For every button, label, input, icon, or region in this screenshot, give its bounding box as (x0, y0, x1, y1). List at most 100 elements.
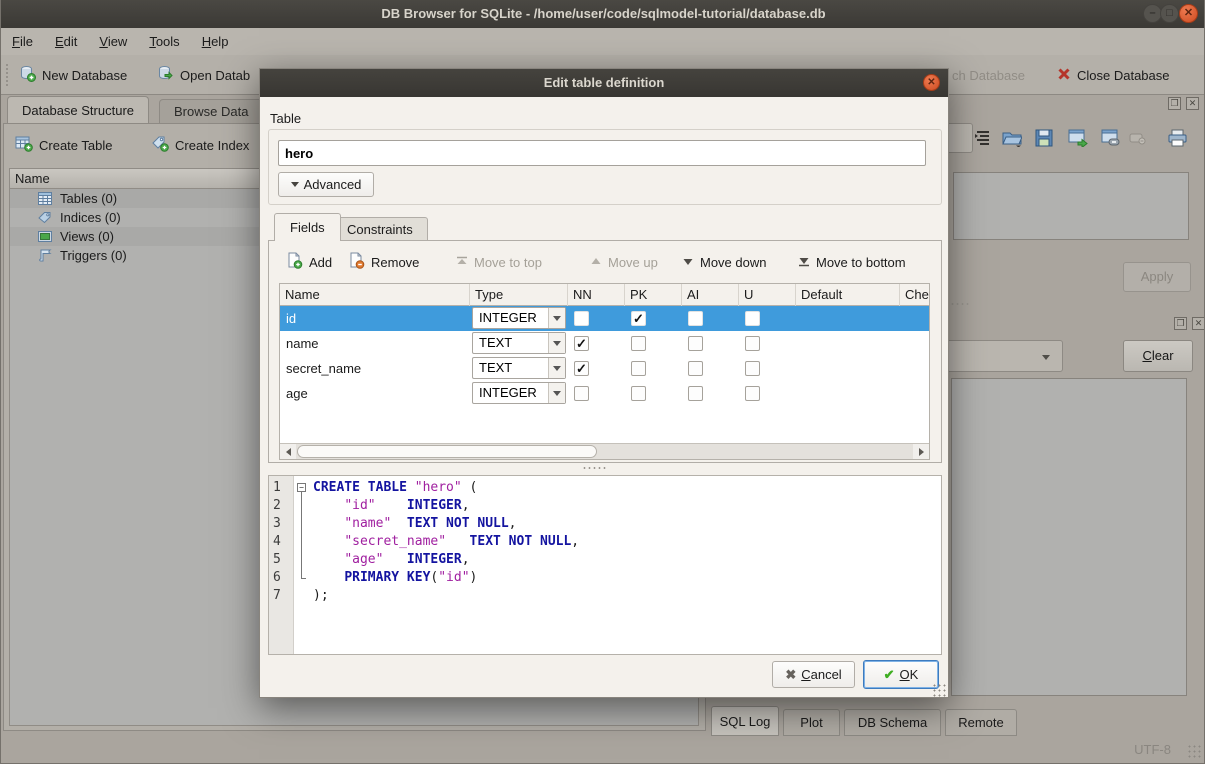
table-name-input[interactable] (278, 140, 926, 166)
tab-database-structure[interactable]: Database Structure (7, 96, 149, 124)
dialog-close-icon[interactable]: ✕ (923, 74, 940, 91)
field-row-id[interactable]: id INTEGER ✓ (280, 306, 929, 331)
tab-fields[interactable]: Fields (274, 213, 341, 241)
field-row-name[interactable]: name TEXT ✓ (280, 331, 929, 356)
new-database-button[interactable]: New Database (15, 61, 131, 89)
dialog-splitter-handle[interactable] (582, 466, 608, 470)
pk-checkbox[interactable] (631, 386, 646, 401)
save-file-icon[interactable] (1033, 127, 1055, 149)
cancel-button[interactable]: ✖ Cancel (772, 661, 855, 688)
advanced-button[interactable]: Advanced (278, 172, 374, 197)
ok-button[interactable]: ✔ OK (863, 660, 939, 689)
code-fold-icon[interactable]: − (297, 483, 306, 492)
ai-checkbox[interactable] (688, 386, 703, 401)
menu-item-edit[interactable]: Edit (44, 28, 88, 55)
bottom-tab-remote[interactable]: Remote (945, 709, 1017, 736)
open-database-button[interactable]: Open Datab (153, 61, 254, 89)
u-checkbox[interactable] (745, 311, 760, 326)
link-icon[interactable] (1100, 127, 1122, 149)
grid-column-header-name[interactable]: Name (280, 284, 470, 306)
execute-icon[interactable] (1067, 127, 1089, 149)
field-row-age[interactable]: age INTEGER (280, 381, 929, 406)
ai-checkbox[interactable] (688, 361, 703, 376)
sql-log-textarea[interactable] (951, 378, 1187, 696)
chevron-down-icon (548, 308, 565, 328)
create-index-button[interactable]: Create Index (151, 132, 249, 158)
grid-column-header-default[interactable]: Default (796, 284, 900, 306)
sql-preview-editor[interactable]: 1234567 − CREATE TABLE "hero" ( "id" INT… (268, 475, 942, 655)
grid-column-header-che[interactable]: Che (900, 284, 930, 306)
menu-item-help[interactable]: Help (191, 28, 240, 55)
nn-checkbox[interactable] (574, 311, 589, 326)
remove-button[interactable]: Remove (348, 251, 419, 273)
field-type-combobox[interactable]: TEXT (472, 332, 566, 354)
print-icon[interactable] (1166, 127, 1188, 149)
open-file-icon[interactable] (1001, 127, 1023, 149)
menu-item-tools[interactable]: Tools (138, 28, 190, 55)
grid-column-header-pk[interactable]: PK (625, 284, 682, 306)
field-name-cell[interactable]: secret_name (286, 356, 361, 381)
sql-code: CREATE TABLE "hero" ( "id" INTEGER, "nam… (313, 479, 579, 605)
move-down-button[interactable]: Move down (682, 251, 766, 273)
maximize-button[interactable]: □ (1160, 4, 1179, 23)
dialog-titlebar[interactable]: Edit table definition ✕ (260, 69, 948, 97)
pk-checkbox[interactable] (631, 336, 646, 351)
field-type-combobox[interactable]: TEXT (472, 357, 566, 379)
grid-column-header-nn[interactable]: NN (568, 284, 625, 306)
format-icon[interactable] (971, 127, 993, 149)
edit-cell-textarea[interactable] (953, 172, 1189, 240)
ai-checkbox[interactable] (688, 336, 703, 351)
field-name-cell[interactable]: id (286, 306, 296, 331)
toolbar-grip (5, 63, 10, 87)
detach-icon[interactable] (1127, 127, 1149, 149)
pk-checkbox[interactable] (631, 361, 646, 376)
u-checkbox[interactable] (745, 386, 760, 401)
move-to-bottom-button[interactable]: Move to bottom (798, 251, 906, 273)
menu-item-view[interactable]: View (88, 28, 138, 55)
ai-checkbox[interactable] (688, 311, 703, 326)
bottom-tab-db-schema[interactable]: DB Schema (844, 709, 941, 736)
u-checkbox[interactable] (745, 336, 760, 351)
dock-float-icon[interactable]: ❐ (1168, 97, 1181, 110)
move-to-top-label: Move to top (474, 255, 542, 270)
create-table-button[interactable]: Create Table (15, 132, 112, 158)
field-type-value: TEXT (479, 358, 512, 378)
nn-checkbox-checked[interactable]: ✓ (574, 336, 589, 351)
bottom-tab-plot[interactable]: Plot (783, 709, 840, 736)
tab-browse-data[interactable]: Browse Data (159, 99, 263, 124)
u-checkbox[interactable] (745, 361, 760, 376)
add-button[interactable]: Add (286, 251, 332, 273)
dock2-float-icon[interactable]: ❐ (1174, 317, 1187, 330)
nn-checkbox-checked[interactable]: ✓ (574, 361, 589, 376)
scrollbar-thumb[interactable] (297, 445, 597, 458)
scroll-left-icon[interactable] (280, 444, 296, 459)
field-name-cell[interactable]: name (286, 331, 319, 356)
dialog-resize-grip[interactable] (932, 683, 946, 697)
nn-checkbox[interactable] (574, 386, 589, 401)
grid-column-header-u[interactable]: U (739, 284, 796, 306)
pk-checkbox-checked[interactable]: ✓ (631, 311, 646, 326)
new-database-icon (19, 65, 36, 85)
grid-column-header-ai[interactable]: AI (682, 284, 739, 306)
scroll-right-icon[interactable] (913, 444, 929, 459)
sql-line: "id" INTEGER, (313, 497, 579, 515)
close-window-button[interactable]: ✕ (1179, 4, 1198, 23)
dock2-close-icon[interactable]: ✕ (1192, 317, 1205, 330)
field-type-combobox[interactable]: INTEGER (472, 382, 566, 404)
close-database-button[interactable]: Close Database (1053, 61, 1174, 89)
tree-item-label: Views (0) (60, 227, 114, 246)
dock-close-icon[interactable]: ✕ (1186, 97, 1199, 110)
grid-horizontal-scrollbar[interactable] (280, 443, 929, 459)
add-label: Add (309, 255, 332, 270)
window-resize-grip[interactable] (1187, 744, 1201, 758)
field-type-combobox[interactable]: INTEGER (472, 307, 566, 329)
grid-column-header-type[interactable]: Type (470, 284, 568, 306)
menu-item-file[interactable]: File (1, 28, 44, 55)
clear-button[interactable]: Clear (1123, 340, 1193, 372)
add-icon (286, 252, 303, 272)
bottom-tab-sql-log[interactable]: SQL Log (711, 706, 779, 736)
field-name-cell[interactable]: age (286, 381, 308, 406)
tab-constraints[interactable]: Constraints (332, 217, 428, 241)
field-row-secret_name[interactable]: secret_name TEXT ✓ (280, 356, 929, 381)
table-icon (38, 192, 52, 205)
